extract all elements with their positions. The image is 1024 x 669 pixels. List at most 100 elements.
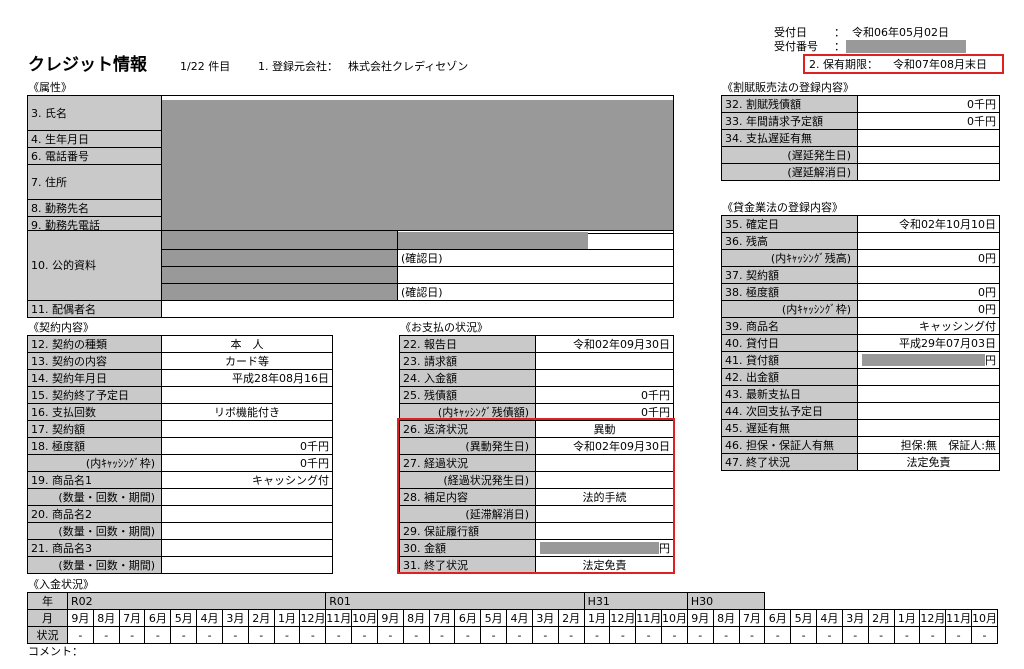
lending-label: (内ｷｬｯｼﾝｸﾞ枠) <box>721 300 858 318</box>
history-month-row: 月 9月 8月 7月 6月 5月 4月 3月 2月 1月 12月 11月 10月 9月 8月 7月 6月 5月 4月… <box>27 609 999 627</box>
contract-row: 15. 契約終了予定日 <box>27 386 333 404</box>
status-cell: - <box>531 626 559 644</box>
status-cell: - <box>170 626 198 644</box>
installment-value <box>857 163 1000 181</box>
lending-row: 46. 担保・保証人有無 担保:無 保証人:無 <box>721 436 1000 454</box>
receipt-date-colon: ： <box>834 26 845 39</box>
company-label: 1. 登録元会社： <box>258 60 338 73</box>
contract-value: 本 人 <box>161 335 333 353</box>
public-record-redaction-5 <box>161 283 398 301</box>
lending-value <box>857 402 1000 420</box>
month-cell: 11月 <box>325 609 353 627</box>
month-cell: 2月 <box>247 609 275 627</box>
lending-row: 44. 次回支払予定日 <box>721 402 1000 420</box>
contract-value <box>161 522 333 540</box>
contract-label: 17. 契約額 <box>27 420 162 438</box>
contract-label: 21. 商品名3 <box>27 539 162 557</box>
year-cell-filler <box>532 592 559 610</box>
contract-value <box>161 556 333 574</box>
month-cell: 6月 <box>454 609 482 627</box>
status-cell: - <box>454 626 482 644</box>
lending-row: 35. 確定日 令和02年10月10日 <box>721 215 1000 233</box>
contract-label: 12. 契約の種類 <box>27 335 162 353</box>
month-cell: 9月 <box>67 609 94 627</box>
contract-value: カード等 <box>161 352 333 370</box>
year-cell-filler <box>93 592 120 610</box>
installment-value: 0千円 <box>857 95 1000 113</box>
lending-label: 40. 貸付日 <box>721 334 858 352</box>
month-cell: 9月 <box>686 609 714 627</box>
installment-label: (遅延解消日) <box>721 163 858 181</box>
installment-label: 34. 支払遅延有無 <box>721 129 858 147</box>
lending-value: 円 <box>857 351 1000 369</box>
lending-row: 40. 貸付日 平成29年07月03日 <box>721 334 1000 352</box>
lending-row: 42. 出金額 <box>721 368 1000 386</box>
status-cell: - <box>67 626 94 644</box>
lending-value: 0円 <box>857 300 1000 318</box>
contract-label: 14. 契約年月日 <box>27 369 162 387</box>
year-cell-filler <box>299 592 327 610</box>
receipt-number-redaction <box>846 40 966 53</box>
contract-label: 15. 契約終了予定日 <box>27 386 162 404</box>
month-cell: 1月 <box>893 609 921 627</box>
status-cell: - <box>764 626 792 644</box>
status-cell: - <box>351 626 378 644</box>
lending-label: 43. 最新支払日 <box>721 385 858 403</box>
status-cell: - <box>609 626 637 644</box>
month-cell: 1月 <box>583 609 611 627</box>
contract-row: 12. 契約の種類本 人 <box>27 335 333 353</box>
year-cell-filler <box>403 592 430 610</box>
receipt-number-colon: ： <box>834 40 845 53</box>
month-cell: 7月 <box>428 609 456 627</box>
contract-row: (内ｷｬｯｼﾝｸﾞ枠) 0千円 <box>27 454 333 472</box>
year-header: 年 <box>27 592 68 610</box>
personal-info-redaction <box>162 99 673 230</box>
contract-row: (数量・回数・期間) <box>27 488 333 506</box>
contract-label: (数量・回数・期間) <box>27 522 162 540</box>
month-cell: 12月 <box>609 609 637 627</box>
comment-label: コメント： <box>28 645 83 658</box>
status-cell: - <box>299 626 327 644</box>
month-cell: 11月 <box>945 609 972 627</box>
amount-redaction <box>862 354 985 366</box>
month-cell: 3月 <box>841 609 869 627</box>
payment-label: 25. 残債額 <box>399 386 536 404</box>
year-cell: H31 <box>583 592 610 610</box>
status-cell: - <box>557 626 585 644</box>
year-cell-filler <box>506 592 533 610</box>
lending-label: (内ｷｬｯｼﾝｸﾞ残高) <box>721 249 858 267</box>
name-label: 3. 氏名 <box>27 95 162 131</box>
contract-label: (内ｷｬｯｼﾝｸﾞ枠) <box>27 454 162 472</box>
year-cell-filler <box>144 592 171 610</box>
status-cell: - <box>402 626 430 644</box>
contract-row: 19. 商品名1 キャッシング付 <box>27 471 333 489</box>
month-cell: 8月 <box>712 609 740 627</box>
lending-value: キャッシング付 <box>857 317 1000 335</box>
month-cell: 1月 <box>273 609 301 627</box>
receipt-date-label: 受付日 <box>774 26 807 39</box>
lending-label: 42. 出金額 <box>721 368 858 386</box>
month-cell: 5月 <box>790 609 818 627</box>
status-cell: - <box>376 626 404 644</box>
installment-value <box>857 129 1000 147</box>
lending-label: 39. 商品名 <box>721 317 858 335</box>
company-name: 株式会社クレディセゾン <box>348 60 469 73</box>
lending-value: 令和02年10月10日 <box>857 215 1000 233</box>
year-cell-filler <box>196 592 223 610</box>
status-cell: - <box>144 626 172 644</box>
contract-label: 19. 商品名1 <box>27 471 162 489</box>
status-cell: - <box>867 626 895 644</box>
history-status-row: 状況 - - - - - - - - - - - - - - - - - - - - - - - - - - - - - - - - - - - - <box>27 626 999 644</box>
payment-value: 0千円 <box>535 386 674 404</box>
status-cell: - <box>919 626 947 644</box>
month-cell: 3月 <box>221 609 249 627</box>
confirm-date-1: (確認日) <box>397 249 674 267</box>
month-cell: 4月 <box>196 609 223 627</box>
status-cell: - <box>428 626 456 644</box>
status-cell: - <box>583 626 611 644</box>
year-cell-filler <box>609 592 636 610</box>
status-cell: - <box>92 626 120 644</box>
payment-history-table: 年 R02 R01 H31 H30 月 9月 8月 7月 6月 5月 4月 3月 2月 1月 12月 11月 10… <box>27 592 999 644</box>
month-header: 月 <box>27 609 68 627</box>
contract-row: (数量・回数・期間) <box>27 522 333 540</box>
